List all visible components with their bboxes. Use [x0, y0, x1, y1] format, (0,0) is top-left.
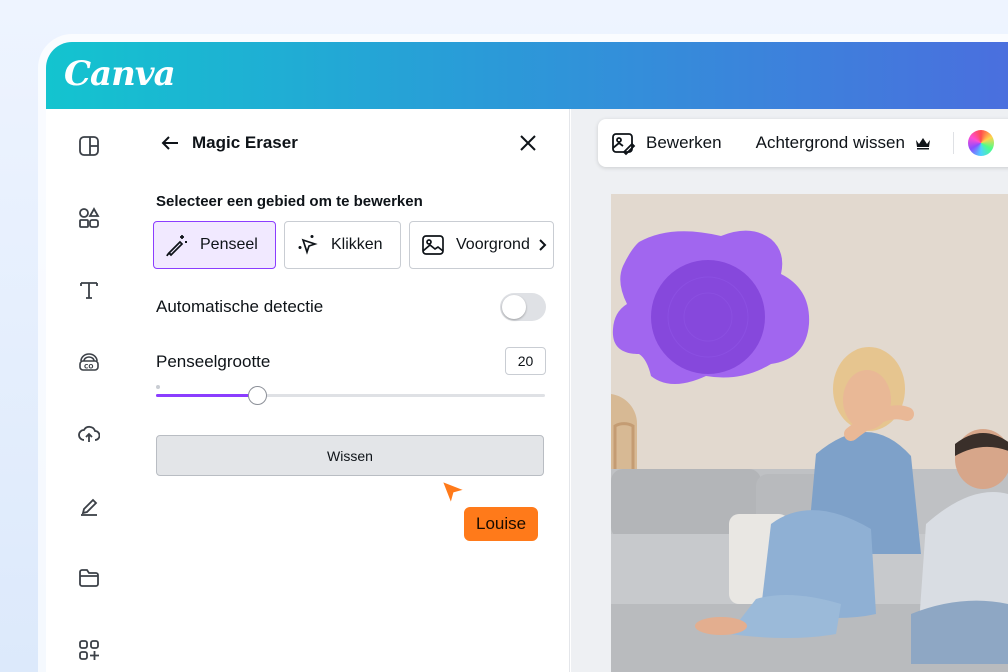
upload-icon[interactable]: [76, 421, 102, 447]
brush-size-input[interactable]: 20: [505, 347, 546, 375]
section-label: Selecteer een gebied om te bewerken: [156, 193, 423, 210]
image-icon: [422, 235, 444, 255]
remove-bg-label: Achtergrond wissen: [755, 133, 905, 152]
mode-brush-button[interactable]: Penseel: [153, 221, 276, 269]
canvas-area: Bewerken Achtergrond wissen: [571, 109, 1008, 672]
clear-button[interactable]: Wissen: [156, 435, 544, 476]
layout-icon[interactable]: [76, 133, 102, 159]
arrow-left-icon: [161, 136, 178, 150]
text-icon[interactable]: [76, 277, 102, 303]
draw-icon[interactable]: [76, 493, 102, 519]
collaborator-cursor-icon: [440, 479, 468, 507]
back-button[interactable]: [158, 131, 182, 155]
remove-background-button[interactable]: Achtergrond wissen: [756, 133, 931, 153]
canva-app: Canva CO Magic Eraser Selecteer een gebi…: [46, 42, 1008, 672]
brush-size-slider[interactable]: [156, 386, 545, 405]
edit-label: Bewerken: [646, 133, 722, 152]
toolbar-divider: [952, 132, 954, 154]
edit-image-button[interactable]: Bewerken: [598, 130, 722, 156]
collaborator-name: Louise: [462, 505, 541, 543]
auto-detect-label: Automatische detectie: [156, 297, 324, 316]
top-bar: Canva: [46, 42, 1008, 109]
couple-photo: [611, 194, 1008, 672]
crown-icon: [915, 138, 930, 150]
mode-foreground-button[interactable]: Voorgrond: [409, 221, 554, 269]
brand-icon[interactable]: CO: [76, 349, 102, 375]
click-sparkle-icon: [298, 235, 318, 255]
slider-min-dot: [156, 385, 160, 389]
side-rail: CO: [46, 109, 132, 672]
panel-title: Magic Eraser: [192, 133, 298, 152]
svg-text:CO: CO: [84, 364, 94, 371]
canva-logo[interactable]: Canva: [64, 54, 176, 94]
apps-icon[interactable]: [76, 637, 102, 663]
elements-icon[interactable]: [76, 205, 102, 231]
edit-image-icon: [612, 133, 636, 156]
slider-thumb[interactable]: [248, 386, 267, 405]
brush-icon: [166, 235, 187, 257]
mode-click-label: Klikken: [331, 236, 383, 253]
mode-brush-label: Penseel: [200, 236, 258, 253]
context-toolbar: Bewerken Achtergrond wissen: [598, 119, 1008, 167]
brush-size-label: Penseelgrootte: [156, 352, 271, 371]
projects-icon[interactable]: [76, 565, 102, 591]
magic-eraser-panel: Magic Eraser Selecteer een gebied om te …: [132, 109, 570, 672]
chevron-right-icon[interactable]: [533, 234, 551, 256]
close-button[interactable]: [516, 131, 540, 155]
mode-foreground-label: Voorgrond: [456, 236, 530, 253]
toggle-knob: [502, 295, 526, 319]
slider-fill: [156, 394, 257, 397]
close-icon: [520, 135, 536, 151]
photo-canvas[interactable]: [611, 194, 1008, 672]
mode-click-button[interactable]: Klikken: [284, 221, 401, 269]
auto-detect-toggle[interactable]: [500, 293, 546, 321]
color-picker-icon[interactable]: [967, 130, 994, 156]
